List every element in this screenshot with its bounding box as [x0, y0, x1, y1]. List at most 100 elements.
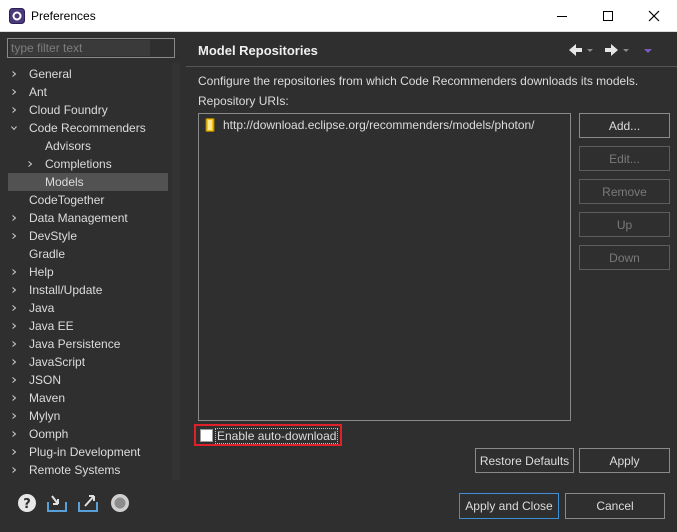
page-navigation: [567, 40, 667, 60]
tree-item[interactable]: Ant: [8, 83, 168, 101]
preferences-navigation: General Ant Cloud Foundry Code Recommenders…: [0, 32, 182, 480]
record-icon[interactable]: [109, 492, 131, 514]
tree-item[interactable]: Plug-in Development: [8, 443, 168, 461]
chevron-right-icon[interactable]: [11, 431, 17, 437]
tree-item[interactable]: Data Management: [8, 209, 168, 227]
minimize-icon: [557, 16, 567, 17]
chevron-right-icon[interactable]: [11, 215, 17, 221]
tree-item[interactable]: Completions: [8, 155, 168, 173]
eclipse-app-icon: [9, 8, 25, 24]
tree-item-label: Ant: [29, 85, 48, 99]
tree-item[interactable]: Java EE: [8, 317, 168, 335]
chevron-right-icon[interactable]: [11, 89, 17, 95]
back-arrow-icon[interactable]: [567, 40, 595, 60]
chevron-right-icon[interactable]: [11, 359, 17, 365]
tree-item[interactable]: Mylyn: [8, 407, 168, 425]
chevron-right-icon[interactable]: [11, 233, 17, 239]
tree-item[interactable]: Cloud Foundry: [8, 101, 168, 119]
cancel-button[interactable]: Cancel: [565, 493, 665, 519]
tree-item[interactable]: Models: [8, 173, 168, 191]
auto-download-checkbox[interactable]: [200, 429, 213, 442]
chevron-right-icon[interactable]: [11, 323, 17, 329]
help-icon[interactable]: ?: [16, 492, 38, 514]
chevron-right-icon[interactable]: [11, 341, 17, 347]
maximize-button[interactable]: [585, 0, 631, 32]
repository-uri-text: http://download.eclipse.org/recommenders…: [223, 118, 535, 132]
tree-item[interactable]: General: [8, 65, 168, 83]
repository-uris-label: Repository URIs:: [198, 94, 289, 108]
tree-item[interactable]: DevStyle: [8, 227, 168, 245]
dialog-footer: ? Apply and Close Cancel: [0, 480, 677, 532]
maximize-icon: [603, 11, 613, 21]
apply-button[interactable]: Apply: [579, 448, 670, 473]
close-button[interactable]: [631, 0, 677, 32]
tree-item-label: Mylyn: [29, 409, 61, 423]
chevron-right-icon[interactable]: [11, 395, 17, 401]
repository-uri-list[interactable]: http://download.eclipse.org/recommenders…: [198, 113, 571, 421]
tree-item[interactable]: JSON: [8, 371, 168, 389]
filter-input[interactable]: [10, 40, 150, 56]
down-button[interactable]: Down: [579, 245, 670, 270]
tree-item[interactable]: JavaScript: [8, 353, 168, 371]
preference-page: Model Repositories Configure the reposit…: [186, 32, 677, 480]
title-bar: Preferences: [0, 0, 677, 32]
tree-item-label: DevStyle: [29, 229, 78, 243]
chevron-right-icon[interactable]: [27, 161, 33, 167]
chevron-right-icon[interactable]: [11, 413, 17, 419]
chevron-right-icon[interactable]: [11, 71, 17, 77]
tree-item[interactable]: Code Recommenders: [8, 119, 168, 137]
tree-item-label: JavaScript: [29, 355, 86, 369]
tree-item-label: Java Persistence: [29, 337, 121, 351]
edit-button[interactable]: Edit...: [579, 146, 670, 171]
add-button[interactable]: Add...: [579, 113, 670, 138]
tree-item[interactable]: Gradle: [8, 245, 168, 263]
tree-item-label: Remote Systems: [29, 463, 121, 477]
tree-item-label: Data Management: [29, 211, 128, 225]
up-button[interactable]: Up: [579, 212, 670, 237]
minimize-button[interactable]: [539, 0, 585, 32]
title-separator: [186, 66, 677, 67]
tree-item-label: Cloud Foundry: [29, 103, 108, 117]
filter-field[interactable]: [7, 38, 175, 58]
tree-item-label: Java: [29, 301, 55, 315]
tree-item-label: Oomph: [29, 427, 69, 441]
tree-item[interactable]: Remote Systems: [8, 461, 168, 479]
chevron-right-icon[interactable]: [11, 269, 17, 275]
chevron-right-icon[interactable]: [11, 107, 17, 113]
chevron-right-icon[interactable]: [11, 449, 17, 455]
tree-item[interactable]: Install/Update: [8, 281, 168, 299]
tree-item-label: Models: [45, 175, 84, 189]
chevron-right-icon[interactable]: [11, 377, 17, 383]
export-icon[interactable]: [77, 492, 99, 514]
tree-item[interactable]: CodeTogether: [8, 191, 168, 209]
tree-item-label: Help: [29, 265, 54, 279]
tree-scrollbar[interactable]: [172, 63, 180, 480]
tree-item-label: Maven: [29, 391, 66, 405]
tree-item-label: Completions: [45, 157, 112, 171]
chevron-right-icon[interactable]: [11, 467, 17, 473]
page-title: Model Repositories: [198, 43, 318, 58]
tree-item[interactable]: Advisors: [8, 137, 168, 155]
tree-item[interactable]: Java Persistence: [8, 335, 168, 353]
preferences-tree: General Ant Cloud Foundry Code Recommenders…: [0, 63, 172, 480]
tree-item[interactable]: Help: [8, 263, 168, 281]
view-menu-icon[interactable]: [639, 40, 659, 60]
tree-item[interactable]: Java: [8, 299, 168, 317]
tree-item-label: Java EE: [29, 319, 74, 333]
tree-item-label: Install/Update: [29, 283, 103, 297]
svg-text:?: ?: [23, 497, 31, 512]
page-description: Configure the repositories from which Co…: [198, 74, 639, 88]
apply-and-close-button[interactable]: Apply and Close: [459, 493, 559, 519]
window-title: Preferences: [31, 9, 96, 23]
remove-button[interactable]: Remove: [579, 179, 670, 204]
repository-icon: [205, 118, 215, 132]
restore-defaults-button[interactable]: Restore Defaults: [475, 448, 574, 473]
forward-arrow-icon[interactable]: [603, 40, 631, 60]
tree-item[interactable]: Maven: [8, 389, 168, 407]
chevron-right-icon[interactable]: [11, 305, 17, 311]
tree-item[interactable]: Oomph: [8, 425, 168, 443]
chevron-right-icon[interactable]: [11, 287, 17, 293]
import-icon[interactable]: [46, 492, 68, 514]
chevron-down-icon[interactable]: [11, 125, 17, 131]
auto-download-label[interactable]: Enable auto-download: [215, 428, 339, 444]
